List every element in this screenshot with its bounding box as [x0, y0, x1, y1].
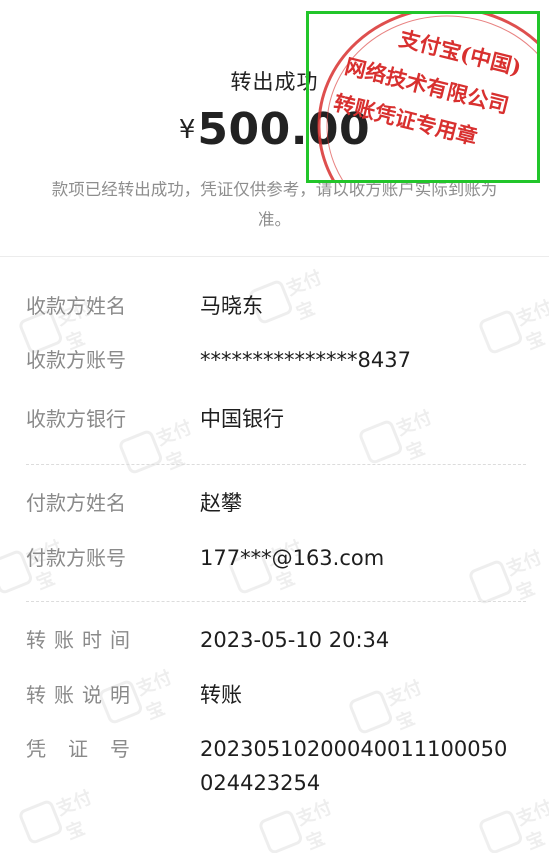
- payee-bank-label: 收款方银行: [26, 407, 126, 431]
- voucher-number-label: 凭证号: [26, 737, 152, 761]
- payee-account-label: 收款方账号: [26, 348, 126, 372]
- payee-bank-value: 中国银行: [200, 407, 284, 431]
- official-seal: 支付宝(中国) 网络技术有限公司 转账凭证专用章: [317, 14, 537, 180]
- alipay-watermark: 支付宝: [16, 775, 114, 846]
- official-seal-highlight: 支付宝(中国) 网络技术有限公司 转账凭证专用章: [306, 11, 540, 183]
- payer-account-label: 付款方账号: [26, 546, 126, 570]
- receipt-note: 款项已经转出成功，凭证仅供参考，请以收方账户实际到账为准。: [51, 180, 498, 229]
- currency-symbol: ¥: [178, 115, 196, 145]
- dashed-divider: [26, 601, 526, 602]
- transfer-time-label: 转账时间: [26, 628, 138, 652]
- payee-account-value: ***************8437: [200, 348, 411, 372]
- voucher-number-value: 20230510200040011100050024423254: [200, 737, 508, 795]
- section-divider: [0, 256, 549, 257]
- transfer-time-value: 2023-05-10 20:34: [200, 628, 390, 652]
- payer-name-label: 付款方姓名: [26, 491, 126, 515]
- payer-account-value: 177***@163.com: [200, 546, 385, 570]
- payee-name-label: 收款方姓名: [26, 294, 126, 318]
- transfer-desc-value: 转账: [200, 683, 242, 707]
- payee-name-value: 马晓东: [200, 294, 263, 318]
- dashed-divider: [26, 464, 526, 465]
- payer-name-value: 赵攀: [200, 491, 242, 515]
- transfer-receipt-page: 支付宝 支付宝 支付宝 支付宝 支付宝 支付宝 支付宝 支付宝 支付宝 支付宝 …: [0, 0, 549, 853]
- transfer-desc-label: 转账说明: [26, 683, 138, 707]
